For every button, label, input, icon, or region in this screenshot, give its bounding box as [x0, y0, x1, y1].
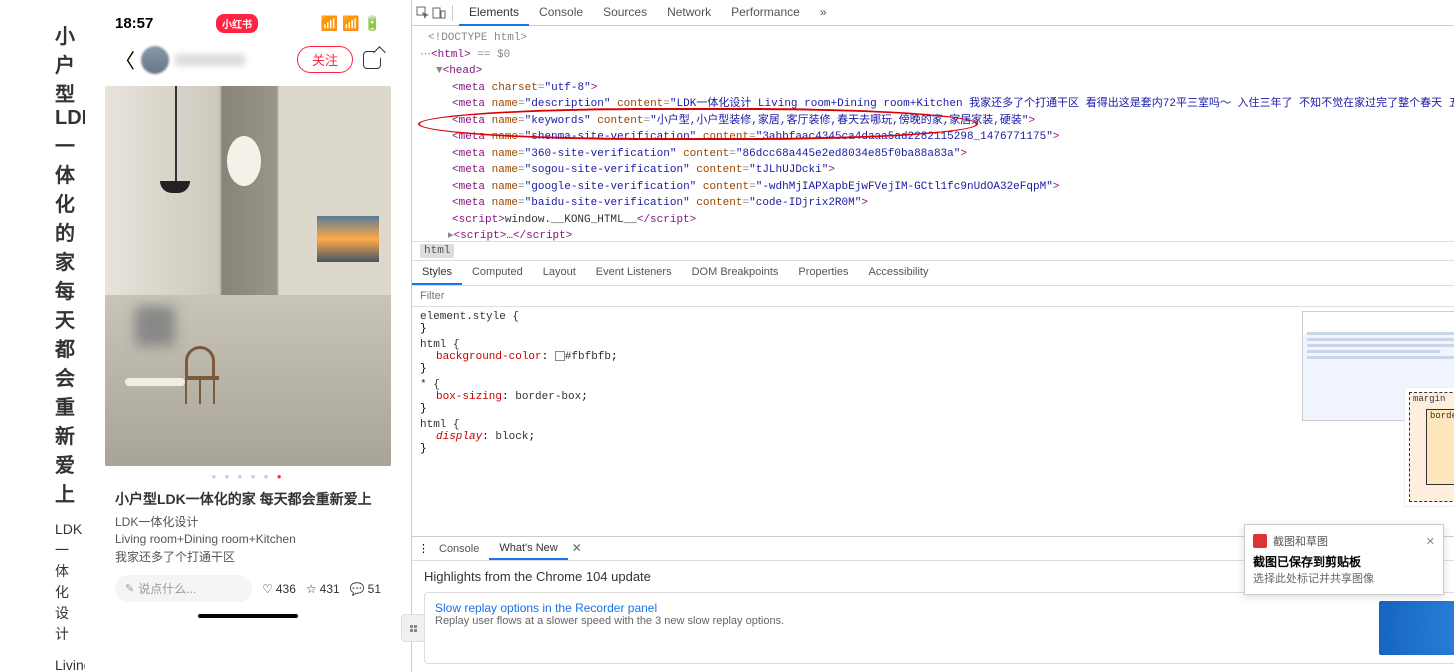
styles-filter-bar: :hov .cls + ❐ ▭ [412, 286, 1454, 307]
inspect-icon[interactable] [416, 6, 430, 20]
tab-elements[interactable]: Elements [459, 0, 529, 26]
carousel-dots[interactable]: ● ● ● ● ● ● [105, 472, 391, 481]
star-stat[interactable]: ☆431 [306, 582, 340, 596]
tab-performance[interactable]: Performance [721, 0, 810, 26]
snip-icon [1253, 534, 1267, 548]
tab-layout[interactable]: Layout [533, 261, 586, 285]
comment-stat[interactable]: 💬51 [350, 582, 381, 596]
screenshot-toast[interactable]: 截图和草图✕ 截图已保存到剪贴板 选择此处标记并共享图像 [1244, 524, 1444, 595]
toast-title: 截图已保存到剪贴板 [1253, 553, 1435, 570]
star-icon: ☆ [306, 582, 317, 596]
qr-widget[interactable] [401, 614, 425, 642]
tab-computed[interactable]: Computed [462, 261, 533, 285]
dom-tree[interactable]: <!DOCTYPE html> ⋯<html> == $0 ▼<head> <m… [412, 26, 1454, 241]
whatsnew-card[interactable]: Slow replay options in the Recorder pane… [424, 592, 1454, 664]
toast-subtitle: 选择此处标记并共享图像 [1253, 570, 1435, 586]
home-indicator [198, 614, 298, 618]
phone-topbar: 〈 关注 [105, 37, 391, 82]
tab-console[interactable]: Console [529, 0, 593, 26]
tab-more[interactable]: » [810, 0, 837, 26]
phone-statusbar: 18:57 小红书 📶 📶 🔋 [105, 10, 391, 37]
share-icon[interactable] [363, 51, 381, 69]
author-name-redacted [175, 54, 245, 66]
comment-input[interactable]: ✎说点什么... [115, 575, 252, 602]
app-badge: 小红书 [216, 14, 258, 33]
comment-icon: 💬 [350, 582, 365, 596]
drawer-tab-console[interactable]: Console [429, 539, 489, 559]
post-image[interactable] [105, 86, 391, 466]
drawer-tab-whatsnew[interactable]: What's New [489, 538, 567, 560]
drawer-close-icon[interactable]: ✕ [572, 541, 582, 556]
follow-button[interactable]: 关注 [297, 46, 353, 73]
phone-preview: 18:57 小红书 📶 📶 🔋 〈 关注 [85, 0, 411, 672]
tab-sources[interactable]: Sources [593, 0, 657, 26]
devtools-panel: Elements Console Sources Network Perform… [411, 0, 1454, 672]
whatsnew-desc: Replay user flows at a slower speed with… [435, 615, 1367, 627]
device-toggle-icon[interactable] [432, 6, 446, 20]
article-panel: 小户型LDK一体化的家 每天都会重新爱上 LDK一体化设计 Living roo… [0, 0, 85, 672]
whatsnew-graphic [1379, 601, 1454, 655]
post-line: Living room+Dining room+Kitchen [115, 532, 381, 546]
whatsnew-link[interactable]: Slow replay options in the Recorder pane… [435, 601, 1367, 615]
styles-body[interactable]: element.style {} html {common.styl:4 bac… [412, 307, 1454, 536]
post-title: 小户型LDK一体化的家 每天都会重新爱上 [115, 489, 381, 509]
toast-close-icon[interactable]: ✕ [1426, 535, 1435, 548]
tab-network[interactable]: Network [657, 0, 721, 26]
drawer-menu-icon[interactable]: ⋮ [418, 542, 429, 556]
status-time: 18:57 [115, 15, 153, 32]
tab-properties[interactable]: Properties [788, 261, 858, 285]
devtools-toolbar: Elements Console Sources Network Perform… [412, 0, 1454, 26]
back-icon[interactable]: 〈 [115, 45, 135, 74]
post-line: LDK一体化设计 [115, 513, 381, 530]
box-model[interactable]: margin borde [1404, 387, 1454, 507]
styles-tabs: Styles Computed Layout Event Listeners D… [412, 261, 1454, 286]
like-stat[interactable]: ♡436 [262, 582, 296, 596]
wifi-icon: 📶 [342, 15, 359, 32]
post-line: 我家还多了个打通干区 [115, 548, 381, 565]
tab-styles[interactable]: Styles [412, 261, 462, 285]
tab-accessibility[interactable]: Accessibility [859, 261, 939, 285]
phone-bottombar: ✎说点什么... ♡436 ☆431 💬51 [105, 567, 391, 610]
tab-listeners[interactable]: Event Listeners [586, 261, 682, 285]
tab-dom-breakpoints[interactable]: DOM Breakpoints [682, 261, 789, 285]
author-avatar[interactable] [141, 46, 169, 74]
battery-icon: 🔋 [364, 15, 381, 32]
styles-filter-input[interactable] [412, 286, 1454, 306]
pencil-icon: ✎ [125, 582, 134, 595]
dom-breadcrumb[interactable]: html [412, 241, 1454, 261]
status-icons: 📶 📶 🔋 [321, 15, 381, 32]
heart-icon: ♡ [262, 582, 273, 596]
signal-icon: 📶 [321, 15, 338, 32]
